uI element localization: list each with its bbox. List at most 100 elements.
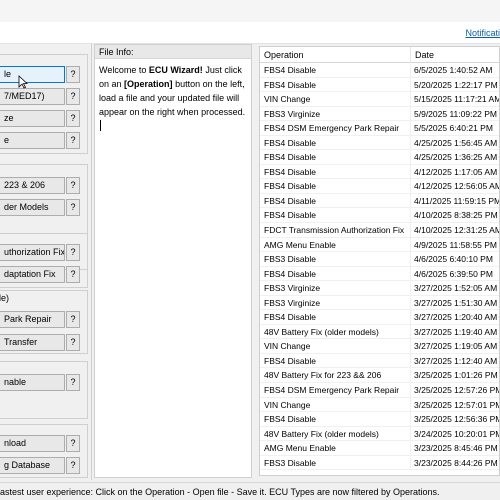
table-row[interactable]: FBS3 Virginize 3/27/2025 1:51:30 AM <box>260 295 499 311</box>
help-button[interactable]: ? <box>66 199 80 216</box>
operation-button-virginize[interactable]: ze <box>0 110 65 127</box>
help-button[interactable]: ? <box>66 88 80 105</box>
column-separator <box>410 441 411 455</box>
table-row[interactable]: 48V Battery Fix (older models) 3/27/2025 … <box>260 324 499 340</box>
table-row[interactable]: FBS4 Disable 4/25/2025 1:56:45 AM <box>260 135 499 151</box>
date-cell: 4/9/2025 11:58:55 PM <box>414 239 498 250</box>
operation-button-adaptation-fix[interactable]: daptation Fix <box>0 266 65 283</box>
operation-cell: 48V Battery Fix (older models) <box>264 428 379 439</box>
column-separator <box>410 63 411 77</box>
operation-button-vin-change[interactable]: e <box>0 132 65 149</box>
table-row[interactable]: FBS4 Disable 5/20/2025 1:22:17 PM <box>260 77 499 93</box>
operation-cell: AMG Menu Enable <box>264 443 336 454</box>
operation-cell: AMG Menu Enable <box>264 239 336 250</box>
table-row[interactable]: FBS4 Disable 4/12/2025 12:56:05 AM <box>260 179 499 194</box>
operation-button-database[interactable]: g Database <box>0 457 65 474</box>
operation-cell: FBS4 Disable <box>264 65 316 75</box>
column-separator <box>410 412 411 426</box>
help-button[interactable]: ? <box>66 177 80 194</box>
date-cell: 5/9/2025 11:09:22 PM <box>414 108 498 119</box>
help-button[interactable]: ? <box>66 244 80 261</box>
operation-button-transfer[interactable]: Transfer <box>0 334 65 351</box>
history-grid[interactable]: Operation Date FBS4 Disable 6/5/2025 1:40… <box>259 46 500 476</box>
date-cell: 3/27/2025 1:12:40 AM <box>414 355 498 366</box>
table-row[interactable]: AMG Menu Enable 3/23/2025 8:45:46 PM <box>260 441 499 456</box>
table-row[interactable]: FBS4 Disable 4/25/2025 1:36:25 AM <box>260 150 499 165</box>
operation-button-ecu-type[interactable]: 7/MED17) <box>0 88 65 105</box>
operation-button-park-repair[interactable]: Park Repair <box>0 311 65 328</box>
text-caret <box>100 120 101 131</box>
grid-header: Operation Date <box>260 47 499 63</box>
table-row[interactable]: FBS4 Disable 6/5/2025 1:40:52 AM <box>260 63 499 78</box>
date-cell: 3/25/2025 12:57:01 PM <box>414 399 500 410</box>
table-row[interactable]: VIN Change 3/25/2025 12:57:01 PM <box>260 397 500 413</box>
column-separator <box>410 121 411 135</box>
column-separator <box>410 295 411 310</box>
operation-button-48v-older-models[interactable]: der Models <box>0 199 65 216</box>
date-cell: 4/12/2025 1:17:05 AM <box>414 166 498 177</box>
operation-cell: FBS4 Disable <box>264 312 316 323</box>
table-row[interactable]: FDCT Transmission Authorization Fix 4/10/… <box>260 223 499 238</box>
operation-cell: FBS3 Disable <box>264 254 316 265</box>
table-row[interactable]: FBS3 Disable 4/6/2025 6:40:10 PM <box>260 252 499 267</box>
table-row[interactable]: FBS4 Disable 4/10/2025 8:38:25 PM <box>260 208 499 224</box>
column-separator <box>410 223 411 237</box>
column-separator <box>410 106 411 121</box>
column-separator <box>410 150 411 164</box>
column-separator <box>410 164 411 179</box>
table-row[interactable]: FBS3 Virginize 5/9/2025 11:09:22 PM <box>260 106 499 122</box>
table-row[interactable]: FBS4 Disable 3/27/2025 1:12:40 AM <box>260 353 499 369</box>
table-row[interactable]: FBS4 Disable 3/27/2025 1:20:40 AM <box>260 310 499 325</box>
table-row[interactable]: FBS4 DSM Emergency Park Repair 5/5/2025 6… <box>260 121 499 136</box>
grid-rows: FBS4 Disable 6/5/2025 1:40:52 AM FBS4 Disa… <box>260 63 500 471</box>
table-row[interactable]: AMG Menu Enable 4/9/2025 11:58:55 PM <box>260 237 499 253</box>
operation-button-authorization-fix[interactable]: uthorization Fix <box>0 244 65 261</box>
help-button[interactable]: ? <box>66 311 80 328</box>
column-separator <box>410 266 411 281</box>
table-row[interactable]: VIN Change 5/15/2025 11:17:21 AM <box>260 92 500 107</box>
operation-cell: FBS4 Disable <box>264 79 316 90</box>
operation-button-48v-223-206[interactable]: 223 & 206 <box>0 177 65 194</box>
column-header-date[interactable]: Date <box>415 50 434 60</box>
file-info-panel: File Info: Welcome to ECU Wizard! Just c… <box>94 44 252 478</box>
table-row[interactable]: FBS4 Disable 4/12/2025 1:17:05 AM <box>260 164 499 180</box>
operation-cell: FBS3 Virginize <box>264 297 321 308</box>
column-separator <box>410 383 411 397</box>
table-row[interactable]: 48V Battery Fix (older models) 3/24/2025 … <box>260 426 499 442</box>
operation-cell: VIN Change <box>264 341 311 352</box>
help-button[interactable]: ? <box>66 334 80 351</box>
table-row[interactable]: 48V Battery Fix for 223 && 206 3/25/2025 … <box>260 368 499 384</box>
table-row[interactable]: FBS3 Disable 3/23/2025 8:44:26 PM <box>260 455 499 471</box>
date-cell: 5/15/2025 11:17:21 AM <box>414 94 500 105</box>
table-row[interactable]: FBS3 Virginize 3/27/2025 1:52:05 AM <box>260 281 499 296</box>
help-button[interactable]: ? <box>66 374 80 391</box>
notifications-link[interactable]: Notificati <box>465 28 500 38</box>
help-button[interactable]: ? <box>66 66 80 83</box>
date-cell: 4/6/2025 6:39:50 PM <box>414 268 493 279</box>
operation-cell: FBS4 Disable <box>264 210 316 221</box>
operation-button-download[interactable]: nload <box>0 435 65 452</box>
date-cell: 3/23/2025 8:44:26 PM <box>414 457 498 468</box>
date-cell: 3/25/2025 12:56:36 PM <box>414 414 500 425</box>
column-separator <box>410 237 411 252</box>
help-button[interactable]: ? <box>66 266 80 283</box>
table-row[interactable]: FBS4 DSM Emergency Park Repair 3/25/2025 … <box>260 383 500 398</box>
column-separator <box>410 339 411 353</box>
table-row[interactable]: FBS4 Disable 3/25/2025 12:56:36 PM <box>260 412 500 427</box>
table-row[interactable]: VIN Change 3/27/2025 1:19:05 AM <box>260 339 499 354</box>
date-cell: 5/5/2025 6:40:21 PM <box>414 123 493 134</box>
help-button[interactable]: ? <box>66 435 80 452</box>
help-button[interactable]: ? <box>66 132 80 149</box>
help-button[interactable]: ? <box>66 457 80 474</box>
help-button[interactable]: ? <box>66 110 80 127</box>
operation-button-menu-enable[interactable]: nable <box>0 374 65 391</box>
operation-cell: FBS4 Disable <box>264 414 316 425</box>
date-cell: 4/25/2025 1:56:45 AM <box>414 137 498 148</box>
operation-cell: FBS3 Disable <box>264 457 316 468</box>
table-row[interactable]: FBS4 Disable 4/11/2025 11:59:15 PM <box>260 193 499 209</box>
table-row[interactable]: FBS4 Disable 4/6/2025 6:39:50 PM <box>260 266 499 282</box>
date-cell: 3/25/2025 12:57:26 PM <box>414 385 500 396</box>
column-header-operation[interactable]: Operation <box>264 50 304 60</box>
operation-button-fbs4-disable[interactable]: le <box>0 66 65 83</box>
file-info-text[interactable]: Welcome to ECU Wizard! Just click on an … <box>95 59 251 133</box>
